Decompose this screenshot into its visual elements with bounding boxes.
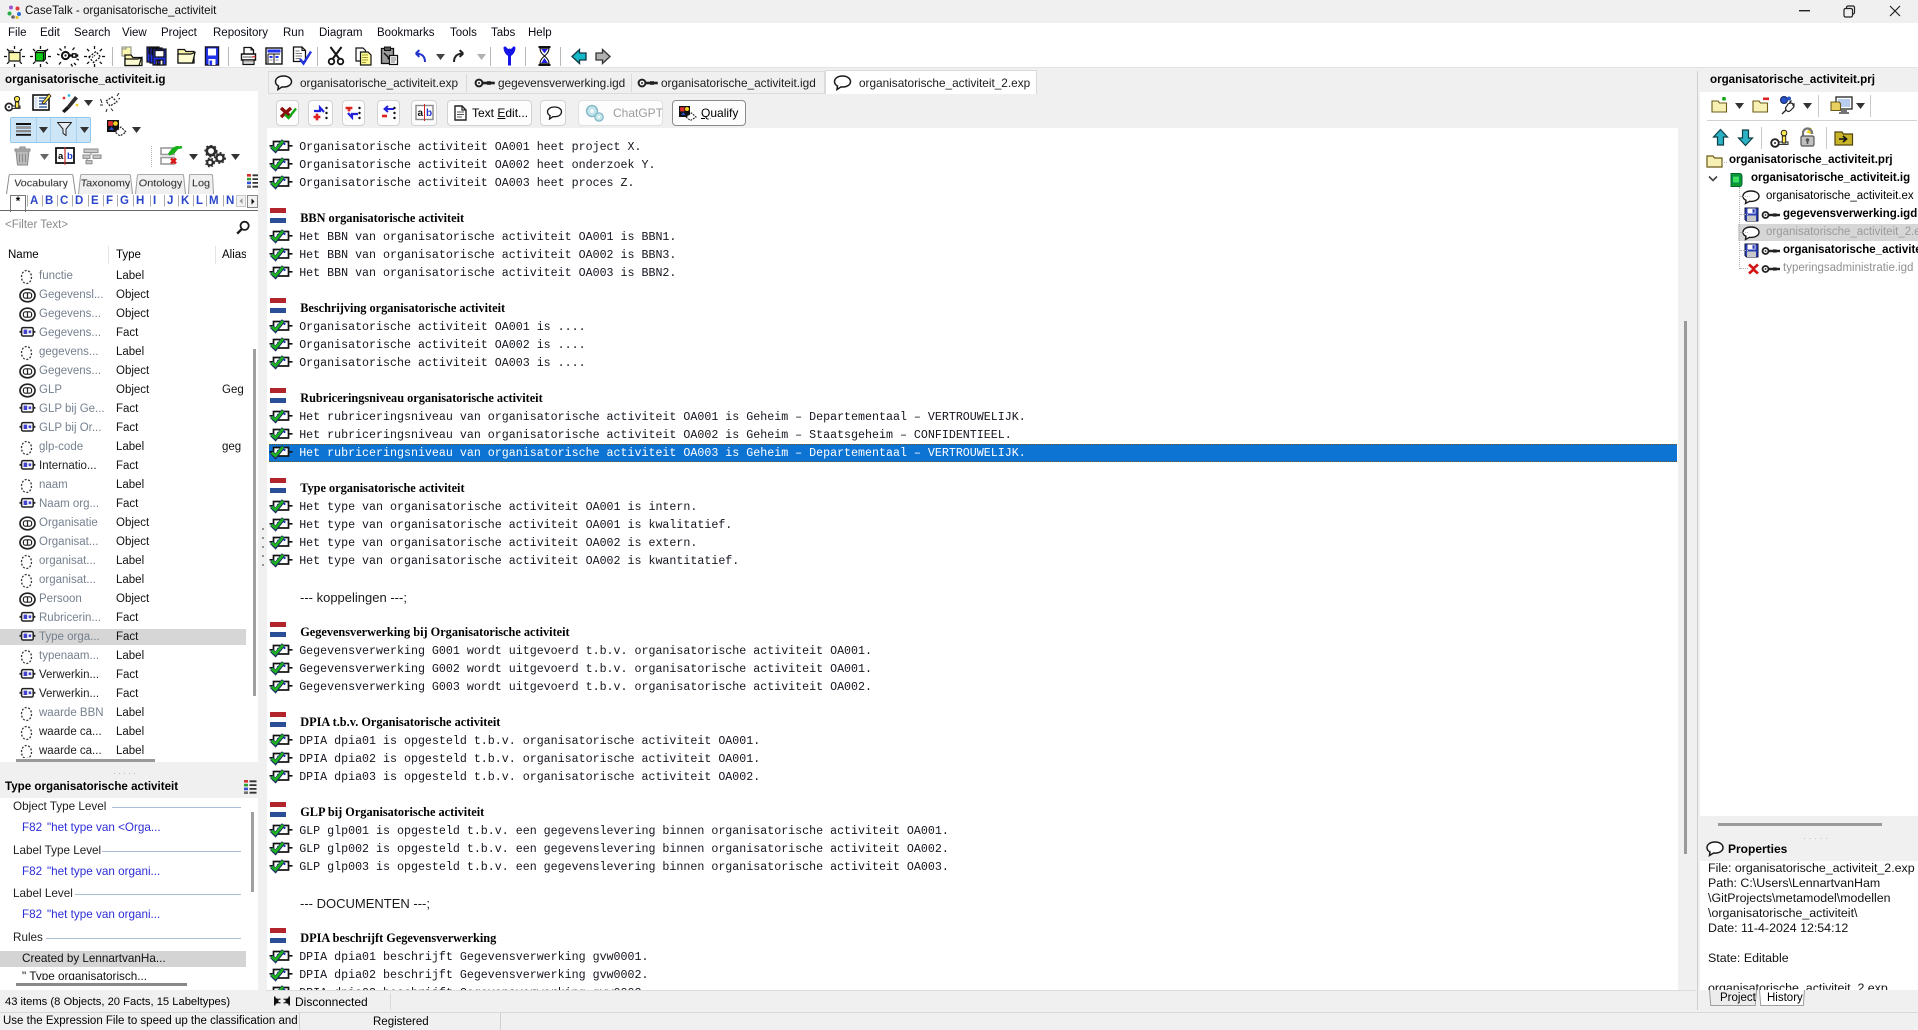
svg-text:a: a <box>58 151 64 162</box>
svg-text:b: b <box>67 151 73 162</box>
svg-text:b: b <box>426 108 432 119</box>
svg-text:a: a <box>418 108 424 119</box>
